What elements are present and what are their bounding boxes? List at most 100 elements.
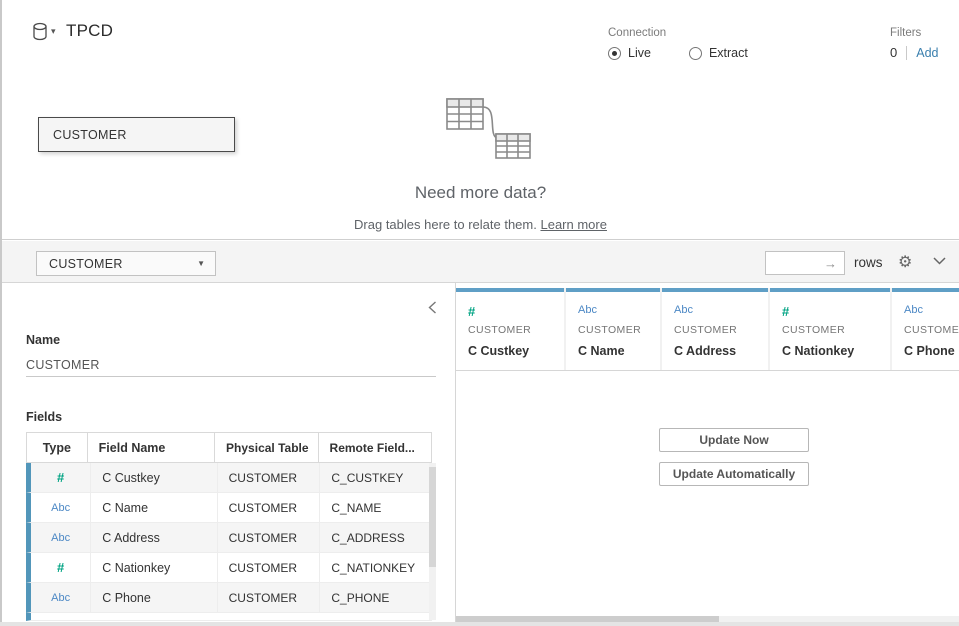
col-header-physical-table[interactable]: Physical Table — [215, 433, 319, 462]
physical-table-cell: CUSTOMER — [218, 523, 321, 552]
remote-field-cell: C_CUSTKEY — [320, 463, 432, 492]
table-row[interactable]: # C Nationkey CUSTOMER C_NATIONKEY — [26, 553, 432, 583]
string-type-icon: Abc — [51, 502, 70, 514]
chevron-down-icon: ▼ — [197, 259, 205, 268]
fields-table: Type Field Name Physical Table Remote Fi… — [26, 432, 432, 621]
table-row[interactable]: Abc C Address CUSTOMER C_ADDRESS — [26, 523, 432, 553]
physical-table-cell: CUSTOMER — [218, 493, 321, 522]
remote-field-cell: C_ADDRESS — [320, 523, 432, 552]
column-table-label: CUSTOMER — [782, 324, 845, 336]
number-type-icon: # — [57, 470, 64, 485]
radio-extract[interactable]: Extract — [689, 46, 748, 60]
column-field-name: C Nationkey — [782, 344, 854, 358]
col-header-remote-field[interactable]: Remote Field... — [319, 433, 431, 462]
empty-state-hint: Drag tables here to relate them. Learn m… — [2, 217, 959, 232]
column-field-name: C Custkey — [468, 344, 529, 358]
filters-add-link[interactable]: Add — [916, 46, 938, 60]
table-row[interactable]: # C Custkey CUSTOMER C_CUSTKEY — [26, 463, 432, 493]
scrollbar-thumb[interactable] — [429, 467, 436, 567]
fields-table-vertical-scrollbar[interactable] — [429, 463, 436, 620]
canvas-area: ▾ TPCD Connection Live Extract Filters 0 — [2, 0, 959, 240]
empty-state: Need more data? Drag tables here to rela… — [2, 90, 959, 232]
grid-column-header[interactable]: # CUSTOMER C Nationkey — [770, 288, 892, 370]
data-grid-headers: # CUSTOMER C Custkey Abc CUSTOMER C Name… — [456, 288, 959, 370]
remote-field-cell: C_NAME — [320, 493, 432, 522]
string-type-icon: Abc — [904, 304, 923, 316]
filters-count: 0 — [890, 45, 897, 60]
window-bottom-edge — [0, 622, 959, 626]
grid-header-divider — [456, 370, 959, 371]
string-type-icon: Abc — [51, 532, 70, 544]
number-type-icon: # — [57, 560, 64, 575]
datasource-menu[interactable]: ▾ — [32, 22, 56, 42]
number-type-icon: # — [782, 304, 789, 319]
column-accent-bar — [456, 288, 564, 292]
column-table-label: CUSTOMER — [674, 324, 737, 336]
update-now-button[interactable]: Update Now — [659, 428, 809, 452]
grid-column-header[interactable]: # CUSTOMER C Custkey — [456, 288, 566, 370]
database-icon — [32, 22, 48, 42]
connection-block: Connection Live Extract — [608, 27, 786, 60]
learn-more-link[interactable]: Learn more — [540, 217, 606, 232]
name-value-field[interactable]: CUSTOMER — [26, 353, 436, 377]
data-source-page: ▾ TPCD Connection Live Extract Filters 0 — [0, 0, 959, 626]
filters-divider — [906, 46, 907, 60]
fields-table-header: Type Field Name Physical Table Remote Fi… — [26, 432, 432, 463]
table-toolbar: CUSTOMER ▼ → rows ⚙ — [2, 241, 959, 283]
field-name-cell: C Address — [91, 523, 217, 552]
table-select-dropdown[interactable]: CUSTOMER ▼ — [36, 251, 216, 276]
remote-field-cell: C_PHONE — [320, 583, 432, 612]
radio-live-label: Live — [628, 46, 651, 60]
col-header-field-name[interactable]: Field Name — [88, 433, 215, 462]
data-grid: # CUSTOMER C Custkey Abc CUSTOMER C Name… — [455, 283, 959, 626]
string-type-icon: Abc — [674, 304, 693, 316]
field-name-cell: C Nationkey — [91, 553, 217, 582]
grid-column-header[interactable]: Abc CUSTOMER C Name — [566, 288, 662, 370]
radio-extract-icon[interactable] — [689, 47, 702, 60]
toolbar-chevron-down-icon[interactable] — [933, 257, 946, 265]
column-accent-bar — [892, 288, 959, 292]
gear-icon[interactable]: ⚙ — [898, 252, 912, 272]
field-name-cell: C Custkey — [91, 463, 217, 492]
rows-input[interactable] — [768, 253, 826, 273]
radio-extract-label: Extract — [709, 46, 748, 60]
physical-table-cell: CUSTOMER — [218, 463, 321, 492]
string-type-icon: Abc — [578, 304, 597, 316]
rows-input-box: → — [765, 251, 845, 275]
page-title: TPCD — [66, 21, 113, 41]
column-field-name: C Phone — [904, 344, 955, 358]
column-accent-bar — [770, 288, 890, 292]
metadata-panel: Name CUSTOMER Fields Type Field Name Phy… — [2, 283, 455, 626]
column-field-name: C Name — [578, 344, 625, 358]
grid-column-header[interactable]: Abc CUSTOMER C Address — [662, 288, 770, 370]
field-name-cell: C Name — [91, 493, 217, 522]
table-row-partial — [26, 613, 432, 621]
radio-live-icon[interactable] — [608, 47, 621, 60]
related-tables-icon — [426, 90, 536, 160]
rows-label: rows — [854, 255, 883, 270]
column-table-label: CUSTOMER — [468, 324, 531, 336]
grid-column-header[interactable]: Abc CUSTOMER C Phone — [892, 288, 959, 370]
number-type-icon: # — [468, 304, 475, 319]
table-row[interactable]: Abc C Name CUSTOMER C_NAME — [26, 493, 432, 523]
column-field-name: C Address — [674, 344, 736, 358]
field-name-cell: C Phone — [91, 583, 217, 612]
filters-block: Filters 0 Add — [890, 27, 938, 60]
fields-label: Fields — [26, 410, 62, 424]
update-automatically-button[interactable]: Update Automatically — [659, 462, 809, 486]
db-caret-icon: ▾ — [51, 26, 56, 37]
table-select-value: CUSTOMER — [49, 257, 123, 271]
empty-state-title: Need more data? — [2, 183, 959, 203]
remote-field-cell: C_NATIONKEY — [320, 553, 432, 582]
column-accent-bar — [566, 288, 660, 292]
table-row[interactable]: Abc C Phone CUSTOMER C_PHONE — [26, 583, 432, 613]
string-type-icon: Abc — [51, 592, 70, 604]
column-accent-bar — [662, 288, 768, 292]
radio-live[interactable]: Live — [608, 46, 651, 60]
connection-label: Connection — [608, 27, 786, 39]
name-label: Name — [26, 333, 60, 347]
column-table-label: CUSTOMER — [904, 324, 959, 336]
col-header-type[interactable]: Type — [27, 433, 88, 462]
collapse-panel-icon[interactable] — [428, 301, 437, 314]
physical-table-cell: CUSTOMER — [218, 583, 321, 612]
